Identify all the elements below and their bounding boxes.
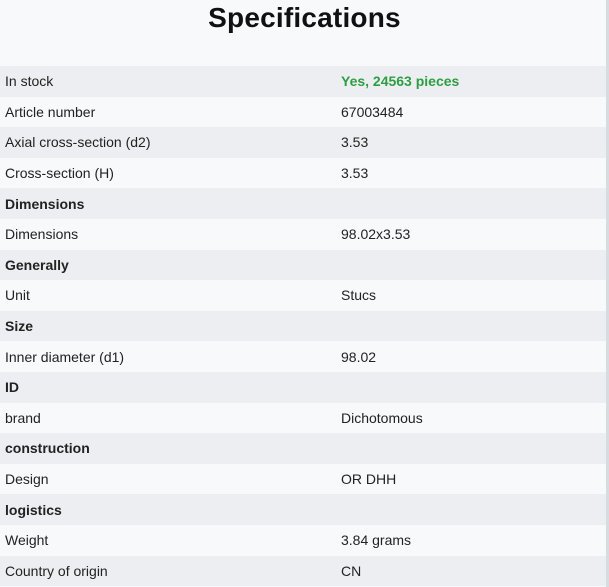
spec-row-unit: Unit Stucs [0, 280, 606, 311]
spec-row-axial-cross-section: Axial cross-section (d2) 3.53 [0, 127, 606, 158]
cross-section-label: Cross-section (H) [5, 165, 114, 182]
weight-label: Weight [5, 532, 49, 549]
design-label: Design [5, 471, 49, 488]
brand-label: brand [5, 409, 41, 426]
section-id: ID [0, 371, 606, 403]
page-title: Specifications [208, 2, 401, 33]
spec-row-cross-section: Cross-section (H) 3.53 [0, 157, 606, 189]
inner-diameter-value: 98.02 [341, 348, 377, 365]
country-of-origin-value: CN [341, 562, 362, 579]
in-stock-label: In stock [5, 73, 54, 90]
construction-section-heading: construction [5, 440, 90, 457]
section-generally: Generally [0, 249, 606, 281]
section-dimensions: Dimensions [0, 188, 606, 219]
spec-row-brand: brand Dichotomous [0, 402, 606, 434]
spec-row-in-stock: In stock Yes, 24563 pieces [0, 66, 606, 97]
specifications-table: In stock Yes, 24563 pieces Article numbe… [0, 66, 606, 587]
axial-cross-section-value: 3.53 [341, 134, 369, 151]
spec-row-inner-diameter: Inner diameter (d1) 98.02 [0, 341, 606, 372]
unit-value: Stucs [341, 287, 377, 304]
dimensions-label: Dimensions [5, 226, 79, 243]
section-construction: construction [0, 433, 606, 464]
spec-row-weight: Weight 3.84 grams [0, 524, 606, 556]
spec-row-design: Design OR DHH [0, 463, 606, 495]
in-stock-value: Yes, 24563 pieces [341, 73, 460, 90]
dimensions-value: 98.02x3.53 [341, 226, 411, 243]
spec-row-article-number: Article number 67003484 [0, 96, 606, 128]
id-section-heading: ID [5, 379, 19, 396]
cross-section-value: 3.53 [341, 165, 369, 182]
section-logistics: logistics [0, 494, 606, 525]
specifications-page: Specifications In stock Yes, 24563 piece… [0, 0, 609, 587]
country-of-origin-label: Country of origin [5, 562, 108, 579]
weight-value: 3.84 grams [341, 532, 412, 549]
dimensions-section-heading: Dimensions [5, 195, 85, 212]
brand-value: Dichotomous [341, 409, 423, 426]
logistics-section-heading: logistics [5, 501, 62, 518]
axial-cross-section-label: Axial cross-section (d2) [5, 134, 151, 151]
article-number-label: Article number [5, 103, 96, 120]
generally-section-heading: Generally [5, 256, 69, 273]
design-value: OR DHH [341, 471, 397, 488]
spec-row-country-of-origin: Country of origin CN [0, 555, 606, 587]
inner-diameter-label: Inner diameter (d1) [5, 348, 125, 365]
size-section-heading: Size [5, 318, 34, 335]
section-size: Size [0, 310, 606, 342]
article-number-value: 67003484 [341, 103, 404, 120]
title-area: Specifications [0, 0, 609, 66]
spec-row-dimensions: Dimensions 98.02x3.53 [0, 218, 606, 250]
unit-label: Unit [5, 287, 30, 304]
